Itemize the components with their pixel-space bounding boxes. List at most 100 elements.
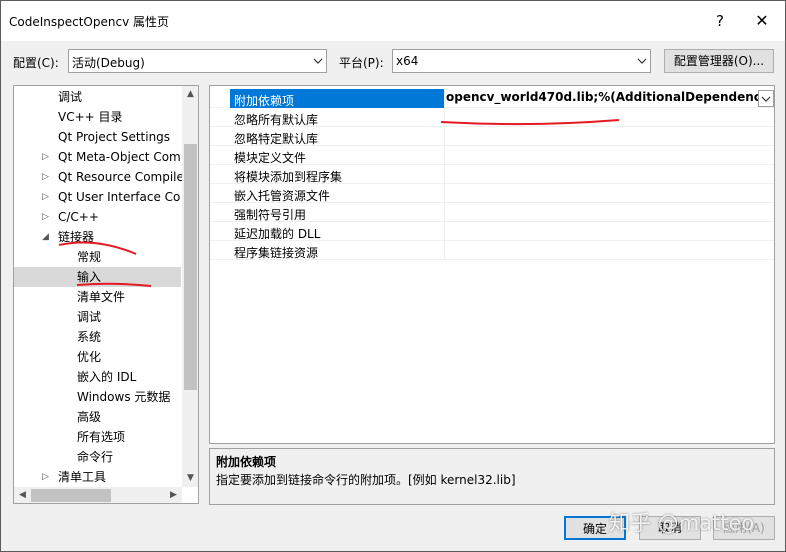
column-divider (444, 127, 445, 146)
property-row[interactable]: 模块定义文件 (210, 146, 774, 165)
platform-value: x64 (396, 54, 419, 68)
tree-item-label: 调试 (58, 90, 83, 104)
config-value: 活动(Debug) (72, 56, 145, 70)
config-label: 配置(C): (13, 56, 59, 70)
tree-item[interactable]: 高级 (14, 407, 181, 427)
column-divider (444, 222, 445, 241)
tree-item-label: 命令行 (77, 450, 114, 464)
chevron-down-icon (313, 58, 323, 64)
tree-item[interactable]: Windows 元数据 (14, 387, 181, 407)
property-row[interactable]: 忽略特定默认库 (210, 127, 774, 146)
tree-item[interactable]: VC++ 目录 (14, 107, 181, 127)
description-title: 附加依赖项 (216, 455, 277, 469)
tree-horizontal-scrollbar[interactable]: ◀ ▶ (14, 487, 182, 503)
expand-arrow-icon[interactable]: ▷ (42, 167, 49, 187)
chevron-down-icon (761, 96, 771, 102)
tree-item-label: Qt Resource Compile (58, 170, 184, 184)
tree-item[interactable]: 输入 (14, 267, 181, 287)
property-name: 将模块添加到程序集 (234, 170, 343, 184)
tree-item[interactable]: 系统 (14, 327, 181, 347)
property-row[interactable]: 忽略所有默认库 (210, 108, 774, 127)
category-tree[interactable]: 调试 VC++ 目录 Qt Project Settings ▷ Qt Meta-Obj… (13, 85, 199, 504)
tree-item-label: C/C++ (58, 210, 99, 224)
tree-item-label: 常规 (77, 250, 102, 264)
tree-item-label: 高级 (77, 410, 102, 424)
scroll-right-icon[interactable]: ▶ (165, 487, 182, 503)
property-pages-window: CodeInspectOpencv 属性页 ? ✕ 配置(C): 活动(Debu… (0, 0, 786, 552)
watermark: 知乎 @matteo (609, 511, 755, 535)
property-name: 强制符号引用 (234, 208, 307, 222)
description-text: 指定要添加到链接命令行的附加项。[例如 kernel32.lib] (216, 473, 516, 487)
property-value[interactable]: opencv_world470d.lib;%(AdditionalDepende… (446, 90, 774, 104)
property-row[interactable]: 强制符号引用 (210, 203, 774, 222)
tree-item[interactable]: 清单文件 (14, 287, 181, 307)
config-dropdown[interactable]: 活动(Debug) (68, 49, 327, 73)
title-bar: CodeInspectOpencv 属性页 ? ✕ (1, 1, 785, 41)
collapse-arrow-icon[interactable]: ◢ (42, 227, 49, 247)
scroll-thumb-horizontal[interactable] (31, 489, 111, 502)
column-divider (444, 146, 445, 165)
tree-item-label: 清单工具 (58, 470, 107, 484)
tree-item-label: 链接器 (58, 230, 95, 244)
property-grid[interactable]: 附加依赖项 opencv_world470d.lib;%(AdditionalDe… (209, 85, 775, 444)
platform-label: 平台(P): (339, 56, 384, 70)
column-divider (444, 89, 445, 108)
property-row[interactable]: 程序集链接资源 (210, 241, 774, 260)
tree-item[interactable]: ▷ Qt Resource Compile (14, 167, 184, 187)
property-row[interactable]: 嵌入托管资源文件 (210, 184, 774, 203)
value-dropdown-button[interactable] (758, 90, 774, 107)
property-name: 嵌入托管资源文件 (234, 189, 331, 203)
property-row[interactable]: 附加依赖项 opencv_world470d.lib;%(AdditionalDe… (210, 89, 774, 108)
tree-item-label: 系统 (77, 330, 102, 344)
property-name: 忽略特定默认库 (234, 132, 319, 146)
config-manager-button[interactable]: 配置管理器(O)... (664, 49, 774, 73)
property-row[interactable]: 延迟加载的 DLL (210, 222, 774, 241)
expand-arrow-icon[interactable]: ▷ (42, 207, 49, 227)
tree-vertical-scrollbar[interactable]: ▲ ▼ (182, 86, 198, 487)
tree-item[interactable]: ▷ Qt Meta-Object Com (14, 147, 181, 167)
tree-item-label: Windows 元数据 (77, 390, 171, 404)
tree-item[interactable]: Qt Project Settings (14, 127, 181, 147)
tree-item-label: 所有选项 (77, 430, 126, 444)
tree-item-label: 输入 (77, 270, 102, 284)
tree-item[interactable]: 常规 (14, 247, 181, 267)
property-name: 延迟加载的 DLL (234, 227, 321, 241)
platform-dropdown[interactable]: x64 (392, 49, 651, 73)
tree-item[interactable]: 所有选项 (14, 427, 181, 447)
tree-item[interactable]: ◢ 链接器 (14, 227, 181, 247)
tree-item[interactable]: 调试 (14, 307, 181, 327)
window-title: CodeInspectOpencv 属性页 (9, 15, 169, 29)
property-name: 附加依赖项 (234, 94, 295, 108)
tree-item-label: Qt Project Settings (58, 130, 171, 144)
column-divider (444, 165, 445, 184)
help-button[interactable]: ? (705, 9, 735, 33)
tree-item[interactable]: 嵌入的 IDL (14, 367, 181, 387)
scroll-left-icon[interactable]: ◀ (14, 487, 31, 503)
property-name: 程序集链接资源 (234, 246, 319, 260)
chevron-down-icon (637, 58, 647, 64)
tree-item-label: 调试 (77, 310, 102, 324)
tree-item-label: Qt User Interface Co (58, 190, 181, 204)
tree-item-label: 清单文件 (77, 290, 126, 304)
expand-arrow-icon[interactable]: ▷ (42, 187, 49, 207)
expand-arrow-icon[interactable]: ▷ (42, 467, 49, 487)
scroll-up-icon[interactable]: ▲ (182, 86, 198, 103)
tree-item[interactable]: ▷ Qt User Interface Co (14, 187, 181, 207)
tree-item-label: 嵌入的 IDL (77, 370, 137, 384)
tree-item[interactable]: ▷ 清单工具 (14, 467, 181, 487)
expand-arrow-icon[interactable]: ▷ (42, 147, 49, 167)
scroll-thumb[interactable] (184, 144, 197, 390)
close-button[interactable]: ✕ (747, 9, 777, 33)
description-panel: 附加依赖项 指定要添加到链接命令行的附加项。[例如 kernel32.lib] (209, 448, 775, 505)
tree-item-label: VC++ 目录 (58, 110, 123, 124)
property-row[interactable]: 将模块添加到程序集 (210, 165, 774, 184)
tree-item[interactable]: 调试 (14, 87, 181, 107)
column-divider (444, 108, 445, 127)
tree-item-label: Qt Meta-Object Com (58, 150, 181, 164)
tree-item[interactable]: 优化 (14, 347, 181, 367)
scroll-down-icon[interactable]: ▼ (182, 470, 198, 487)
tree-item[interactable]: 命令行 (14, 447, 181, 467)
tree-item[interactable]: ▷ C/C++ (14, 207, 181, 227)
column-divider (444, 241, 445, 260)
column-divider (444, 184, 445, 203)
